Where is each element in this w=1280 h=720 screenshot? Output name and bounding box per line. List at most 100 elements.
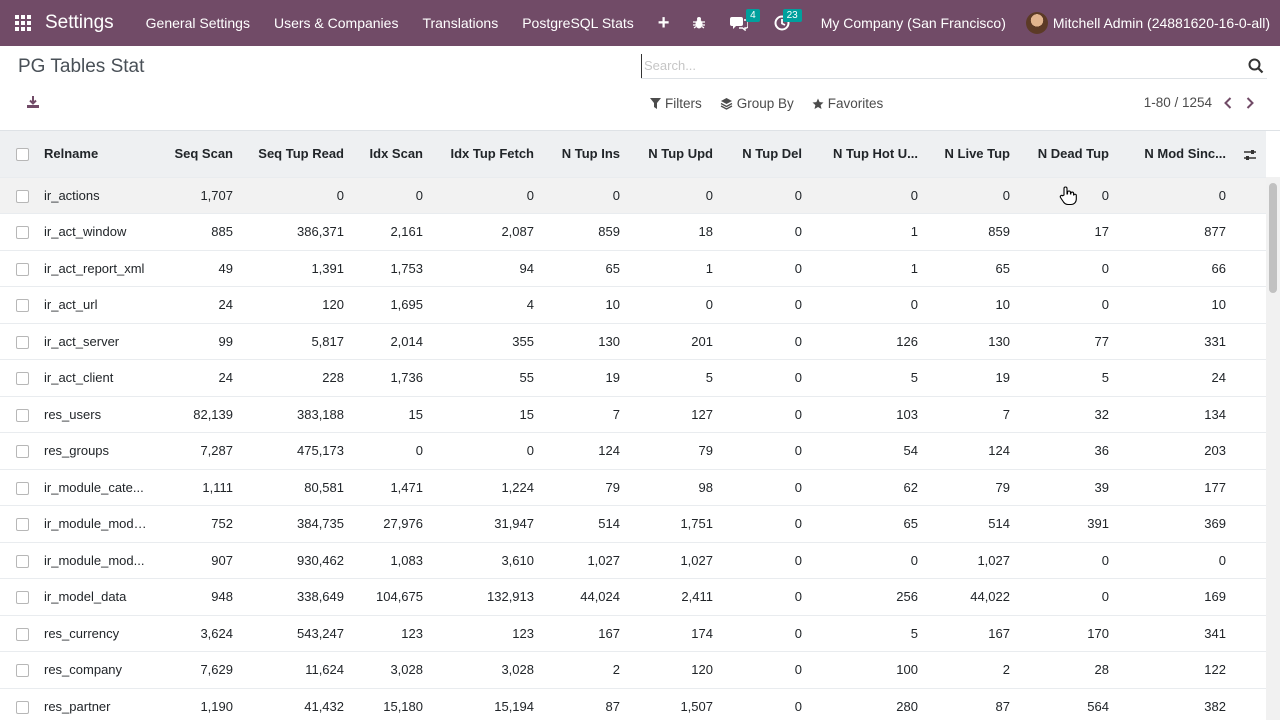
table-row[interactable]: ir_act_url 24 120 1,695 4 10 0 0 0 10 0 10 xyxy=(0,286,1266,323)
menu-postgresql-stats[interactable]: PostgreSQL Stats xyxy=(510,0,646,46)
row-checkbox[interactable] xyxy=(15,408,29,422)
activities-clock-icon[interactable]: 23 xyxy=(765,0,802,46)
stat-cell: 885 xyxy=(156,213,241,250)
download-icon[interactable] xyxy=(26,95,40,109)
table-row[interactable]: ir_act_server 99 5,817 2,014 355 130 201 0 126 13… xyxy=(0,322,1266,360)
table-row[interactable]: ir_module_cate... 1,111 80,581 1,471 1,224 79… xyxy=(0,468,1266,506)
column-header[interactable]: Idx Tup Fetch xyxy=(431,131,542,177)
favorites-button[interactable]: Favorites xyxy=(812,96,883,111)
row-select-cell xyxy=(0,286,36,323)
table-row[interactable]: ir_module_mod... 907 930,462 1,083 3,610 1,02… xyxy=(0,541,1266,579)
menu-translations[interactable]: Translations xyxy=(410,0,510,46)
table-row[interactable]: ir_model_data 948 338,649 104,675 132,913 44,… xyxy=(0,578,1266,615)
app-name[interactable]: Settings xyxy=(45,12,114,34)
menu-users-companies[interactable]: Users & Companies xyxy=(262,0,411,46)
row-end-cell xyxy=(1234,395,1266,433)
stat-cell: 123 xyxy=(431,614,542,652)
row-checkbox[interactable] xyxy=(15,335,29,349)
pager-previous-icon[interactable] xyxy=(1222,96,1234,110)
row-checkbox[interactable] xyxy=(15,481,29,495)
column-header[interactable]: Idx Scan xyxy=(352,131,431,177)
stat-cell: 1,751 xyxy=(628,505,721,542)
relname-cell: ir_act_window xyxy=(36,213,156,250)
stat-cell: 87 xyxy=(542,687,628,720)
row-select-cell xyxy=(0,322,36,360)
table-row[interactable]: ir_act_client 24 228 1,736 55 19 5 0 5 19 5 24 xyxy=(0,359,1266,396)
vertical-scrollbar[interactable] xyxy=(1266,177,1280,720)
column-header[interactable]: N Tup Ins xyxy=(542,131,628,177)
column-header[interactable]: N Live Tup xyxy=(926,131,1018,177)
select-all-checkbox[interactable] xyxy=(15,148,29,162)
column-header[interactable]: N Tup Del xyxy=(721,131,810,177)
company-switcher[interactable]: My Company (San Francisco) xyxy=(809,15,1018,31)
search-input[interactable] xyxy=(641,53,1247,78)
stat-cell: 0 xyxy=(241,176,352,214)
stat-cell: 5 xyxy=(628,359,721,396)
row-checkbox[interactable] xyxy=(15,591,29,605)
column-header[interactable]: N Dead Tup xyxy=(1018,131,1117,177)
optional-columns-sliders-icon[interactable] xyxy=(1243,148,1257,162)
stat-cell: 1 xyxy=(628,249,721,287)
stat-cell: 126 xyxy=(810,322,926,360)
table-row[interactable]: res_currency 3,624 543,247 123 123 167 174 0 5 16… xyxy=(0,614,1266,652)
apps-menu-icon[interactable] xyxy=(0,0,46,46)
row-select-cell xyxy=(0,395,36,433)
debug-bug-icon[interactable] xyxy=(683,0,715,46)
table-row[interactable]: ir_act_report_xml 49 1,391 1,753 94 65 1 0 1 65 0 6… xyxy=(0,249,1266,287)
stat-cell: 0 xyxy=(721,213,810,250)
row-checkbox[interactable] xyxy=(15,262,29,276)
stat-cell: 27,976 xyxy=(352,505,431,542)
user-menu[interactable]: Mitchell Admin (24881620-16-0-all) xyxy=(1018,12,1280,34)
table-row[interactable]: ir_actions 1,707 0 0 0 0 0 0 0 0 0 0 xyxy=(0,176,1266,214)
stat-cell: 174 xyxy=(628,614,721,652)
search-icon[interactable] xyxy=(1247,57,1265,75)
stat-cell: 280 xyxy=(810,687,926,720)
messages-icon[interactable]: 4 xyxy=(721,0,760,46)
stat-cell: 0 xyxy=(721,651,810,688)
row-checkbox[interactable] xyxy=(15,226,29,240)
stat-cell: 169 xyxy=(1117,578,1234,615)
group-by-button[interactable]: Group By xyxy=(720,96,794,111)
pager-value[interactable]: 1-80 / 1254 xyxy=(1144,95,1212,110)
stat-cell: 0 xyxy=(721,541,810,579)
pager-next-icon[interactable] xyxy=(1244,96,1256,110)
row-checkbox[interactable] xyxy=(15,554,29,568)
table-row[interactable]: ir_act_window 885 386,371 2,161 2,087 859 18 0 1… xyxy=(0,213,1266,250)
stat-cell: 10 xyxy=(542,286,628,323)
stat-cell: 0 xyxy=(810,541,926,579)
stat-cell: 104,675 xyxy=(352,578,431,615)
stat-cell: 564 xyxy=(1018,687,1117,720)
stat-cell: 65 xyxy=(542,249,628,287)
row-checkbox[interactable] xyxy=(15,518,29,532)
row-checkbox[interactable] xyxy=(15,299,29,313)
column-header[interactable]: N Mod Sinc... xyxy=(1117,131,1234,177)
stat-cell: 355 xyxy=(431,322,542,360)
stat-cell: 0 xyxy=(1117,541,1234,579)
filters-button[interactable]: Filters xyxy=(650,96,702,111)
row-checkbox[interactable] xyxy=(15,189,29,203)
stat-cell: 1,190 xyxy=(156,687,241,720)
column-header[interactable]: N Tup Hot U... xyxy=(810,131,926,177)
scrollbar-thumb[interactable] xyxy=(1269,183,1277,293)
stat-cell: 130 xyxy=(542,322,628,360)
activities-count-badge: 23 xyxy=(782,9,802,22)
column-header[interactable]: Relname xyxy=(36,131,156,177)
table-row[interactable]: res_users 82,139 383,188 15 15 7 127 0 103 7 32 134 xyxy=(0,395,1266,433)
stat-cell: 4 xyxy=(431,286,542,323)
column-header[interactable]: Seq Tup Read xyxy=(241,131,352,177)
menu-general-settings[interactable]: General Settings xyxy=(134,0,262,46)
table-row[interactable]: res_partner 1,190 41,432 15,180 15,194 87 1,50… xyxy=(0,687,1266,720)
column-header[interactable]: Seq Scan xyxy=(156,131,241,177)
add-menu-button[interactable]: + xyxy=(646,12,682,35)
row-checkbox[interactable] xyxy=(15,701,29,715)
table-row[interactable]: res_groups 7,287 475,173 0 0 124 79 0 54 124 36 203 xyxy=(0,432,1266,469)
row-select-cell xyxy=(0,249,36,287)
table-row[interactable]: res_company 7,629 11,624 3,028 3,028 2 120 0 100… xyxy=(0,651,1266,688)
row-checkbox[interactable] xyxy=(15,627,29,641)
row-checkbox[interactable] xyxy=(15,664,29,678)
row-checkbox[interactable] xyxy=(15,372,29,386)
column-header[interactable]: N Tup Upd xyxy=(628,131,721,177)
table-row[interactable]: ir_module_module 752 384,735 27,976 31,947 51… xyxy=(0,505,1266,542)
row-checkbox[interactable] xyxy=(15,445,29,459)
stat-cell: 331 xyxy=(1117,322,1234,360)
